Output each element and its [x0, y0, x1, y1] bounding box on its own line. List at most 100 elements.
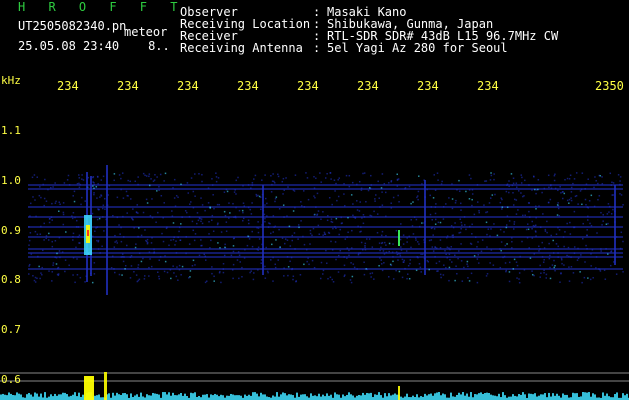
speckle: [600, 211, 602, 214]
speckle: [558, 229, 561, 231]
speckle: [192, 190, 195, 193]
speckle: [267, 226, 270, 228]
speckle: [300, 201, 302, 203]
speckle: [96, 239, 98, 242]
speckle: [491, 194, 494, 196]
speckle: [573, 210, 576, 213]
speckle: [348, 249, 350, 252]
y-tick: 0.9: [1, 224, 21, 237]
speckle: [554, 173, 556, 176]
noise-bar: [626, 393, 628, 400]
speckle: [159, 255, 162, 258]
speckle: [368, 238, 371, 240]
noise-bar: [276, 392, 278, 400]
speckle: [484, 180, 486, 182]
speckle: [416, 196, 418, 199]
speckle: [515, 186, 518, 188]
speckle: [283, 267, 285, 270]
speckle: [47, 239, 50, 241]
speckle: [470, 272, 473, 275]
noise-bar: [168, 392, 170, 400]
noise-bar: [518, 394, 520, 400]
speckle: [577, 257, 580, 260]
noise-bar: [498, 393, 500, 400]
speckle: [347, 216, 349, 219]
speckle: [338, 233, 340, 236]
x-tick: 234: [297, 79, 319, 93]
speckle: [430, 227, 433, 230]
speckle: [187, 192, 190, 194]
speckle: [476, 246, 478, 248]
noise-bar: [182, 395, 184, 400]
speckle: [584, 261, 586, 263]
speckle: [399, 238, 402, 241]
speckle: [142, 172, 145, 175]
speckle: [543, 269, 545, 272]
speckle: [294, 248, 296, 250]
speckle: [490, 174, 493, 177]
speckle: [599, 174, 602, 177]
speckle: [363, 273, 366, 276]
noise-bar: [126, 394, 128, 400]
trail-line: [28, 184, 623, 186]
noise-bar: [338, 394, 340, 400]
noise-bar: [250, 395, 252, 400]
speckle: [72, 274, 74, 276]
speckle: [557, 202, 559, 204]
speckle: [93, 193, 95, 196]
trail-line: [28, 248, 623, 250]
speckle: [439, 221, 442, 224]
noise-bar: [476, 394, 478, 400]
speckle: [322, 269, 325, 272]
speckle: [442, 206, 445, 208]
speckle: [196, 222, 198, 225]
speckle: [158, 259, 161, 261]
noise-bar: [426, 395, 428, 400]
speckle: [360, 187, 363, 190]
speckle: [611, 181, 613, 184]
speckle: [232, 237, 235, 240]
speckle: [32, 275, 34, 277]
speckle: [593, 186, 595, 189]
speckle: [579, 271, 581, 273]
speckle: [610, 264, 612, 267]
speckle: [340, 216, 342, 219]
noise-bar: [580, 396, 582, 400]
speckle: [292, 210, 295, 212]
speckle: [137, 266, 139, 269]
speckle: [80, 203, 82, 206]
noise-bar: [280, 394, 282, 400]
speckle: [43, 197, 46, 200]
noise-bar: [176, 395, 178, 400]
speckle: [489, 197, 492, 199]
speckle: [250, 270, 252, 272]
speckle: [512, 192, 514, 194]
speckle: [469, 242, 472, 245]
noise-bar: [52, 396, 54, 400]
speckle: [123, 256, 125, 258]
speckle: [429, 194, 432, 197]
speckle: [468, 189, 471, 191]
noise-bar: [342, 394, 344, 400]
speckle: [57, 210, 60, 212]
speckle: [287, 266, 290, 268]
noise-bar: [130, 393, 132, 400]
speckle: [610, 251, 612, 253]
speckle: [436, 172, 439, 174]
speckle: [395, 269, 397, 272]
speckle: [335, 217, 338, 220]
speckle: [238, 277, 240, 280]
speckle: [595, 267, 597, 269]
speckle: [72, 195, 74, 197]
speckle: [437, 179, 439, 181]
noise-bar: [172, 392, 174, 400]
noise-bar: [164, 392, 166, 400]
speckle: [250, 187, 252, 189]
noise-bar: [478, 393, 480, 400]
speckle: [282, 177, 285, 180]
speckle: [129, 256, 132, 258]
speckle: [544, 230, 547, 232]
speckle: [157, 211, 159, 214]
speckle: [373, 278, 375, 280]
speckle: [612, 208, 614, 211]
